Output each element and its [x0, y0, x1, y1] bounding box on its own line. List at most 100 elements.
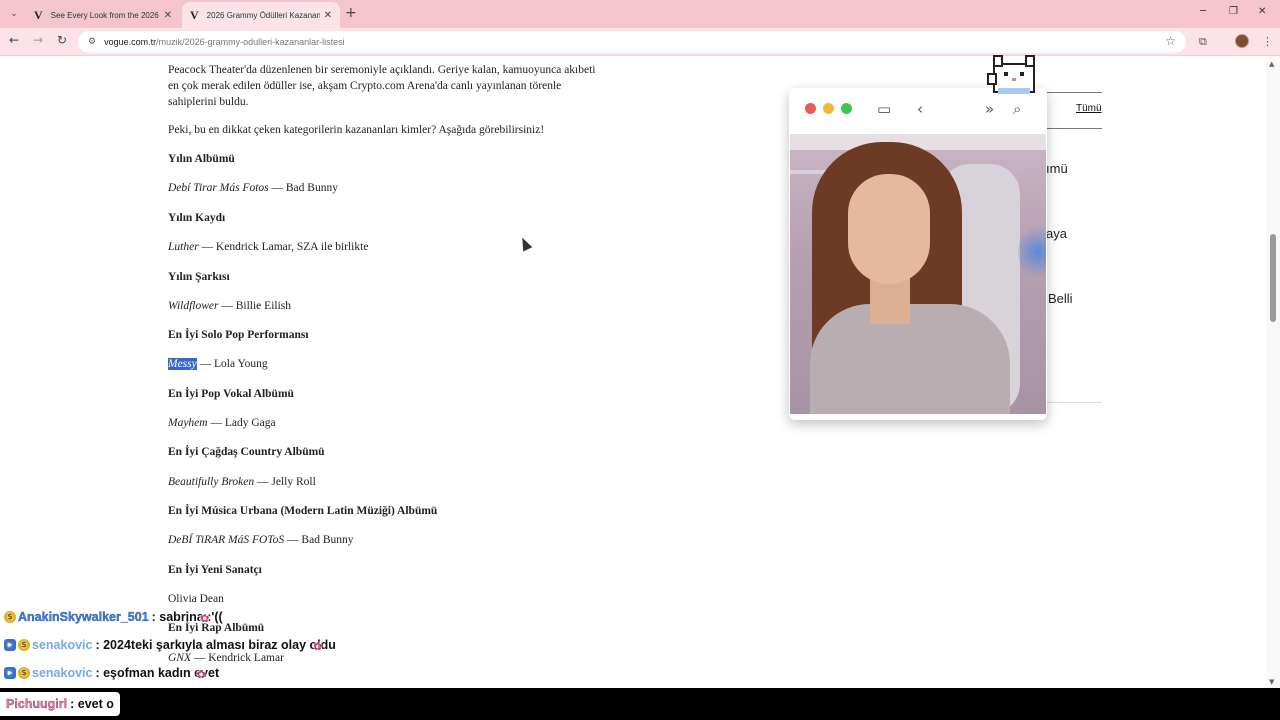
chat-text: : sabrina :'(( [151, 610, 223, 624]
menu-icon[interactable]: ⋮ [1262, 35, 1273, 48]
work-title: Luther [168, 241, 199, 253]
restore-icon[interactable]: ❐ [1229, 6, 1238, 17]
sub-badge-icon: ▸ [4, 667, 16, 679]
bookmark-star-icon[interactable]: ☆ [1165, 34, 1176, 48]
category-heading: En İyi Solo Pop Performansı [168, 329, 309, 341]
back-icon[interactable]: ← [9, 33, 19, 47]
avatar[interactable] [1235, 34, 1249, 48]
maximize-dot-icon [841, 103, 852, 114]
coin-badge-icon: $ [4, 611, 16, 623]
artist-name: — Bad Bunny [268, 182, 338, 194]
vogue-favicon-icon: V [34, 7, 43, 22]
person-sweater [810, 304, 1010, 414]
artist-name: — Jelly Roll [254, 476, 316, 488]
tab-bar: ⌄ V See Every Look from the 2026 G ✕ V 2… [0, 0, 1280, 28]
category-winner: GNX — Kendrick Lamar [168, 652, 284, 664]
category-heading: En İyi Música Urbana (Modern Latin Müziğ… [168, 505, 438, 517]
vogue-favicon-icon: V [190, 7, 199, 22]
minimize-icon[interactable]: ─ [1200, 6, 1206, 17]
sidebar-text[interactable]: Belli [1048, 291, 1073, 306]
chat-username[interactable]: AnakinSkywalker_501 [18, 610, 149, 624]
sub-badge-icon: ▸ [4, 639, 16, 651]
sidebar-text[interactable]: aya [1046, 226, 1067, 241]
chat-message: Pichuugirl : evet o [0, 692, 120, 716]
sidebar-divider [1046, 128, 1102, 129]
category-heading: En İyi Çağdaş Country Albümü [168, 446, 325, 458]
sidebar-divider [1046, 92, 1102, 93]
mouse-cursor-icon [517, 235, 533, 252]
sidebar-text[interactable]: ımü [1046, 161, 1068, 176]
close-dot-icon [805, 103, 816, 114]
intro-line: Peacock Theater'da düzenlenen bir seremo… [168, 64, 596, 76]
badge-icon: ✿ [313, 640, 323, 653]
tab-search-icon[interactable]: ⌄ [4, 4, 24, 24]
tab-see-every-look[interactable]: V See Every Look from the 2026 G ✕ [26, 2, 180, 28]
coin-badge-icon: $ [18, 639, 30, 651]
category-winner: Beautifully Broken — Jelly Roll [168, 476, 316, 488]
chat-message: ▸ ✿ $ senakovic : eşofman kadın evet [4, 666, 219, 681]
new-tab-icon[interactable]: + [345, 5, 357, 21]
intro-line: sahiplerini buldu. [168, 96, 249, 108]
chat-text: : 2024teki şarkıyla alması biraz olay ol… [95, 638, 336, 652]
address-bar[interactable]: ⚙ vogue.com.tr/muzik/2026-grammy-oduller… [78, 31, 1186, 53]
category-heading: En İyi Pop Vokal Albümü [168, 388, 294, 400]
url-path: /muzik/2026-grammy-odulleri-kazananlar-l… [156, 37, 345, 47]
artist-name: — Lola Young [196, 358, 268, 370]
category-winner: Mayhem — Lady Gaga [168, 417, 276, 429]
work-title: Debí Tirar Más Fotos [168, 182, 269, 194]
category-winner: DeBÍ TiRAR MáS FOToS — Bad Bunny [168, 534, 354, 546]
search-icon: ⌕ [1013, 100, 1022, 118]
reload-icon[interactable]: ↻ [57, 33, 67, 47]
url-domain: vogue.com.tr [104, 37, 157, 47]
article-intro: Peacock Theater'da düzenlenen bir seremo… [168, 62, 598, 110]
category-heading: Yılın Albümü [168, 153, 235, 165]
window-close-icon[interactable]: ✕ [1258, 6, 1266, 17]
artist-name: Olivia Dean [168, 593, 224, 605]
person-face [848, 174, 930, 284]
work-title: Beautifully Broken [168, 476, 255, 488]
work-title: Mayhem [168, 417, 208, 429]
artist-name: — Billie Eilish [218, 300, 291, 312]
stream-bottom-bar [0, 688, 1280, 720]
forward-icon[interactable]: → [33, 33, 43, 47]
browser-toolbar: ← → ↻ ⚙ vogue.com.tr/muzik/2026-grammy-o… [0, 28, 1280, 56]
site-info-icon[interactable]: ⚙ [88, 37, 96, 47]
chat-username[interactable]: senakovic [32, 638, 92, 652]
category-winner: Messy — Lola Young [168, 358, 268, 370]
see-all-link[interactable]: Tümü [1076, 103, 1102, 114]
coin-badge-icon: $ [18, 667, 30, 679]
webcam-feed [790, 134, 1046, 414]
artist-name: — Kendrick Lamar, SZA ile birlikte [198, 241, 369, 253]
article-question: Peki, bu en dikkat çeken kategorilerin k… [168, 124, 545, 136]
artist-name: — Kendrick Lamar [191, 652, 284, 664]
close-icon[interactable]: ✕ [324, 10, 332, 21]
badge-icon: ✿ [196, 668, 206, 681]
chat-username[interactable]: Pichuugirl [6, 697, 67, 711]
tab-title: 2026 Grammy Ödülleri Kazanan [206, 10, 320, 20]
tab-grammy-winners[interactable]: V 2026 Grammy Ödülleri Kazanan ✕ [182, 2, 340, 28]
page-scrollbar[interactable]: ▲ ▼ [1266, 56, 1280, 688]
close-icon[interactable]: ✕ [164, 10, 172, 21]
scroll-down-icon[interactable]: ▼ [1269, 678, 1274, 686]
chat-message: ▸ ✿ $ senakovic : 2024teki şarkıyla alma… [4, 638, 336, 653]
category-heading: Yılın Şarkısı [168, 271, 230, 283]
extensions-icon[interactable]: ⧉ [1199, 35, 1207, 49]
light-glow [1018, 222, 1046, 282]
chat-username[interactable]: senakovic [32, 666, 92, 680]
minimize-dot-icon [823, 103, 834, 114]
intro-line: en çok merak edilen ödüller ise, akşam C… [168, 80, 562, 92]
work-title: DeBÍ TiRAR MáS FOToS [168, 534, 285, 546]
scrollbar-thumb[interactable] [1270, 234, 1276, 322]
pixel-cat-icon [987, 55, 1035, 94]
sidebar-toggle-icon: ▭ [877, 100, 892, 118]
chevron-left-icon: ‹ [917, 100, 923, 118]
category-winner: Debí Tirar Más Fotos — Bad Bunny [168, 182, 338, 194]
category-heading: En İyi Yeni Sanatçı [168, 564, 262, 576]
work-title: Wildflower [168, 300, 219, 312]
double-chevron-right-icon: » [985, 100, 995, 118]
webcam-window: ▭ ‹ » ⌕ [789, 88, 1047, 420]
tab-title: See Every Look from the 2026 G [50, 10, 160, 20]
scroll-up-icon[interactable]: ▲ [1269, 60, 1274, 68]
work-title-selected[interactable]: Messy [168, 358, 197, 370]
chat-message: ✿ $ AnakinSkywalker_501 : sabrina :'(( [4, 610, 223, 625]
